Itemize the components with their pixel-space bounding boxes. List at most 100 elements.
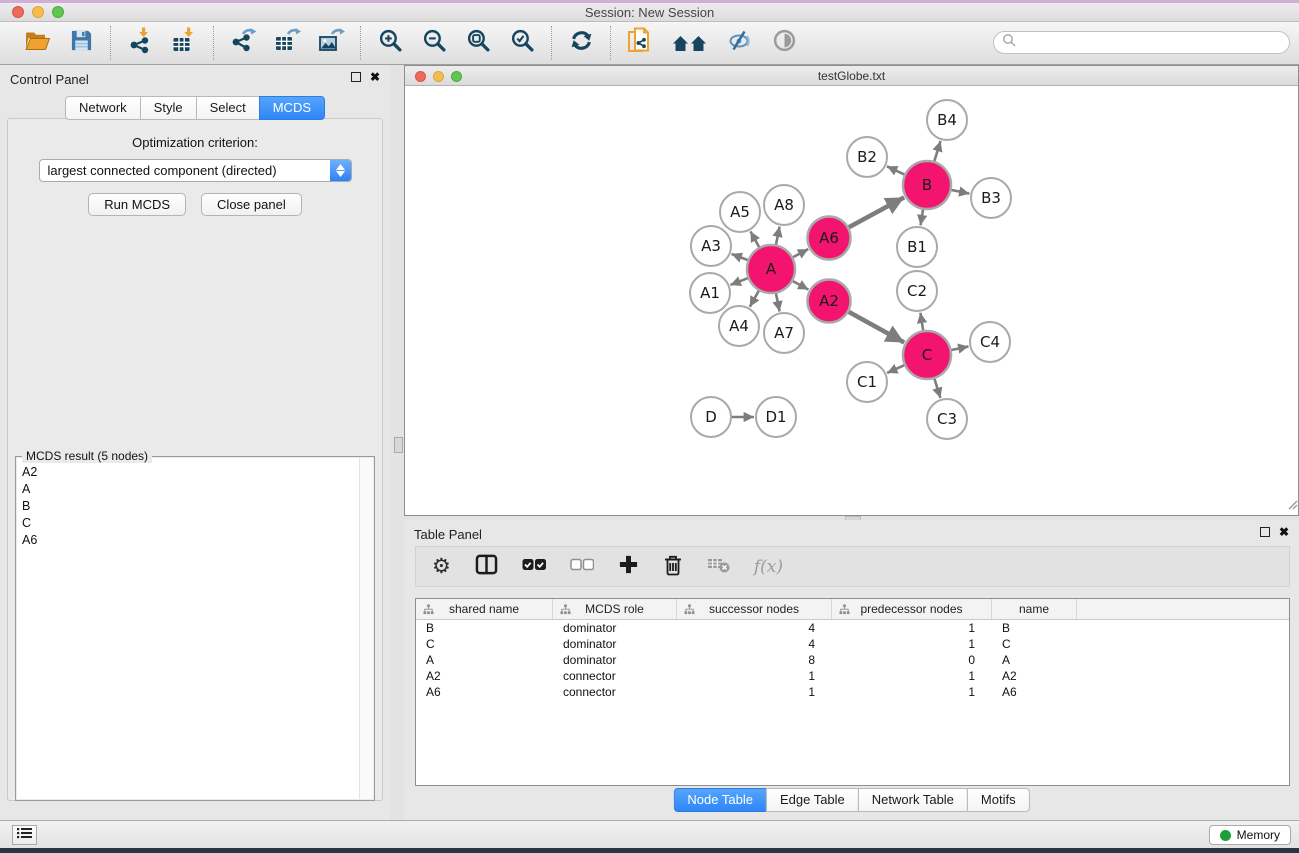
search-input[interactable] — [1021, 36, 1281, 50]
tab-motifs[interactable]: Motifs — [967, 788, 1030, 812]
column-header-mcds-role[interactable]: MCDS role — [553, 599, 677, 619]
save-session-button[interactable] — [67, 28, 95, 58]
zoom-window-button[interactable] — [52, 6, 64, 18]
vertical-splitter-handle[interactable] — [394, 437, 403, 453]
zoom-out-button[interactable] — [420, 28, 448, 58]
graph-node-label: A4 — [729, 317, 749, 335]
network-graph: B4B2BB3B1A5A8A6A3AA1C2A4A7A2C4CC1C3DD1 — [405, 86, 1298, 515]
open-session-button[interactable] — [23, 28, 51, 58]
refresh-view-button[interactable] — [567, 28, 595, 58]
task-history-button[interactable] — [12, 825, 37, 845]
graph-edge-C-C1[interactable] — [887, 364, 906, 373]
tab-network-table[interactable]: Network Table — [858, 788, 968, 812]
select-all-button[interactable] — [522, 558, 546, 576]
close-panel-icon[interactable]: ✖ — [370, 72, 380, 82]
graph-edge-B-B1[interactable] — [921, 208, 924, 226]
table-row[interactable]: A6connector11A6 — [416, 684, 1289, 700]
network-window-titlebar[interactable]: testGlobe.txt — [405, 66, 1298, 86]
deselect-all-button[interactable] — [570, 558, 594, 576]
mcds-result-item[interactable]: C — [17, 515, 373, 532]
graph-node-label: B2 — [857, 148, 877, 166]
graph-edge-A-A2[interactable] — [791, 280, 808, 290]
mcds-result-item[interactable]: A6 — [17, 532, 373, 549]
result-list-scrollbar[interactable] — [359, 458, 373, 799]
network-canvas[interactable]: B4B2BB3B1A5A8A6A3AA1C2A4A7A2C4CC1C3DD1 — [405, 86, 1298, 515]
table-cell: 0 — [832, 652, 992, 668]
table-float-panel-icon[interactable] — [1260, 527, 1270, 537]
create-column-button[interactable] — [618, 554, 639, 580]
graph-edge-A2-C[interactable] — [847, 311, 904, 343]
tab-node-table[interactable]: Node Table — [673, 788, 767, 812]
gear-icon: ⚙ — [432, 556, 451, 577]
graph-edge-B-B4[interactable] — [934, 141, 941, 163]
float-panel-icon[interactable] — [351, 72, 361, 82]
table-close-panel-icon[interactable]: ✖ — [1279, 527, 1289, 537]
hide-details-button[interactable] — [726, 28, 754, 58]
graph-edge-B-B3[interactable] — [950, 190, 970, 194]
home-icon[interactable] — [670, 28, 710, 58]
zoom-in-button[interactable] — [376, 28, 404, 58]
tab-edge-table[interactable]: Edge Table — [766, 788, 859, 812]
search-field[interactable] — [993, 31, 1290, 54]
graph-node-label: D — [705, 408, 717, 426]
minimize-window-button[interactable] — [32, 6, 44, 18]
zoom-selected-button[interactable] — [508, 28, 536, 58]
birdseye-toggle-button[interactable] — [770, 28, 798, 58]
tab-mcds[interactable]: MCDS — [259, 96, 325, 120]
mcds-result-list[interactable]: A2ABCA6 — [17, 458, 373, 799]
tab-style[interactable]: Style — [140, 96, 197, 120]
delete-column-button[interactable] — [663, 553, 683, 581]
mcds-result-item[interactable]: B — [17, 498, 373, 515]
tab-network[interactable]: Network — [65, 96, 141, 120]
import-table-button[interactable] — [170, 28, 198, 58]
mcds-result-item[interactable]: A2 — [17, 464, 373, 481]
control-panel: Control Panel ✖ Network Style Select MCD… — [0, 65, 390, 820]
function-builder-button[interactable]: f(x) — [754, 557, 783, 577]
import-network-button[interactable] — [126, 28, 154, 58]
export-image-button[interactable] — [317, 28, 345, 58]
table-row[interactable]: Cdominator41C — [416, 636, 1289, 652]
column-interaction-icon — [560, 604, 571, 618]
table-settings-button[interactable]: ⚙ — [432, 556, 451, 577]
memory-button[interactable]: Memory — [1209, 825, 1291, 845]
graph-edge-A-A8[interactable] — [776, 227, 780, 247]
resize-grip-icon[interactable] — [1287, 497, 1298, 515]
network-close-button[interactable] — [415, 71, 426, 82]
graph-edge-A-A6[interactable] — [791, 249, 808, 258]
graph-edge-A6-B[interactable] — [847, 197, 904, 228]
mcds-result-item[interactable]: A — [17, 481, 373, 498]
column-header-name[interactable]: name — [992, 599, 1077, 619]
export-table-button[interactable] — [273, 28, 301, 58]
memory-status-icon — [1220, 830, 1231, 841]
table-row[interactable]: Bdominator41B — [416, 620, 1289, 636]
graph-edge-C-C2[interactable] — [920, 313, 923, 333]
graph-edge-A-A3[interactable] — [732, 254, 750, 261]
show-columns-button[interactable] — [475, 554, 498, 580]
optimization-criterion-select[interactable]: largest connected component (directed) — [39, 159, 352, 182]
network-window-title: testGlobe.txt — [405, 66, 1298, 86]
column-header-predecessor-nodes[interactable]: predecessor nodes — [832, 599, 992, 619]
table-row[interactable]: A2connector11A2 — [416, 668, 1289, 684]
graph-edge-B-B2[interactable] — [887, 166, 906, 175]
run-mcds-button[interactable]: Run MCDS — [88, 193, 186, 216]
graph-edge-A-A1[interactable] — [730, 277, 749, 285]
graph-edge-A-A4[interactable] — [750, 289, 760, 307]
close-window-button[interactable] — [12, 6, 24, 18]
tab-select[interactable]: Select — [196, 96, 260, 120]
network-zoom-button[interactable] — [451, 71, 462, 82]
graph-edge-A-A5[interactable] — [751, 231, 761, 248]
graph-edge-C-C3[interactable] — [934, 377, 941, 398]
table-row[interactable]: Adominator80A — [416, 652, 1289, 668]
network-minimize-button[interactable] — [433, 71, 444, 82]
close-panel-button[interactable]: Close panel — [201, 193, 302, 216]
graph-edge-A-A7[interactable] — [776, 292, 780, 312]
clone-network-button[interactable] — [626, 28, 654, 58]
zoom-fit-button[interactable] — [464, 28, 492, 58]
column-header-shared-name[interactable]: shared name — [416, 599, 553, 619]
node-table: shared name MCDS role successor nodes pr… — [415, 598, 1290, 786]
graph-edge-C-C4[interactable] — [950, 346, 969, 350]
export-network-button[interactable] — [229, 28, 257, 58]
delete-table-button[interactable] — [707, 555, 730, 579]
table-cell: 8 — [677, 652, 832, 668]
column-header-successor-nodes[interactable]: successor nodes — [677, 599, 832, 619]
